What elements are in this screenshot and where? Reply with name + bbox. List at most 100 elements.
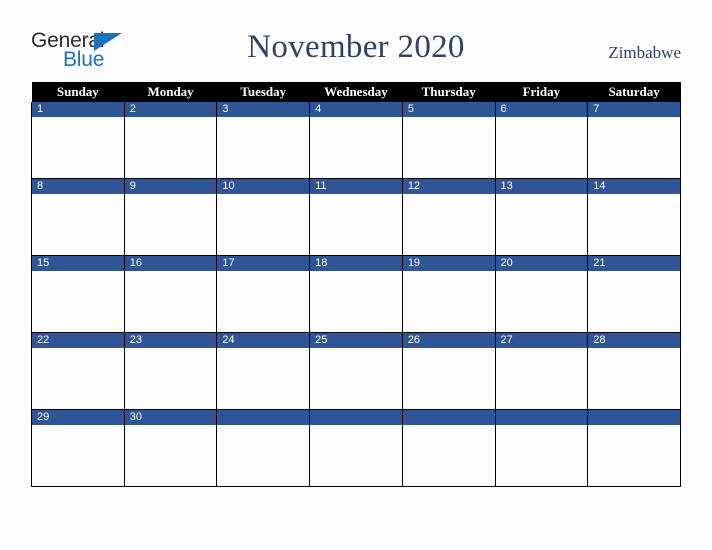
- day-notes-area[interactable]: [217, 194, 310, 254]
- day-number: 12: [402, 179, 495, 194]
- day-number: 20: [495, 256, 588, 271]
- day-notes-area[interactable]: [124, 194, 217, 254]
- calendar-day-cell[interactable]: 12: [401, 178, 496, 256]
- calendar-day-cell[interactable]: 10: [216, 178, 311, 256]
- calendar-day-cell[interactable]: 20: [494, 255, 589, 333]
- day-number: 1: [32, 102, 124, 117]
- calendar-week-row: 8 9 10 11 12 13 14: [31, 178, 681, 256]
- day-notes-area[interactable]: [310, 348, 402, 408]
- day-notes-area[interactable]: [124, 348, 217, 408]
- day-number: 11: [310, 179, 402, 194]
- calendar-day-cell[interactable]: 8: [31, 178, 125, 256]
- day-notes-area: [402, 425, 495, 485]
- day-number: 24: [217, 333, 310, 348]
- day-notes-area[interactable]: [32, 425, 124, 485]
- calendar-day-cell[interactable]: 7: [587, 102, 681, 179]
- day-notes-area[interactable]: [124, 425, 217, 485]
- day-notes-area[interactable]: [310, 117, 402, 177]
- calendar-day-cell[interactable]: 15: [31, 255, 125, 333]
- day-number: 19: [402, 256, 495, 271]
- day-number: 22: [32, 333, 124, 348]
- day-number: 16: [124, 256, 217, 271]
- weekday-header-friday: Friday: [495, 82, 588, 102]
- calendar-day-cell[interactable]: 28: [587, 332, 681, 410]
- calendar-page: General Blue November 2020 Zimbabwe Sund…: [0, 0, 712, 550]
- day-notes-area[interactable]: [588, 117, 680, 177]
- day-number: [310, 410, 402, 425]
- day-notes-area[interactable]: [124, 117, 217, 177]
- calendar-day-cell[interactable]: 24: [216, 332, 311, 410]
- calendar-day-cell[interactable]: 1: [31, 102, 125, 179]
- day-notes-area[interactable]: [310, 271, 402, 331]
- day-number: 13: [495, 179, 588, 194]
- day-notes-area[interactable]: [32, 348, 124, 408]
- calendar-day-cell[interactable]: 3: [216, 102, 311, 179]
- calendar-day-cell[interactable]: 6: [494, 102, 589, 179]
- calendar-day-cell[interactable]: 18: [309, 255, 403, 333]
- weekday-header-sunday: Sunday: [31, 82, 125, 102]
- calendar-day-cell[interactable]: 14: [587, 178, 681, 256]
- day-notes-area[interactable]: [217, 348, 310, 408]
- day-notes-area: [310, 425, 402, 485]
- day-notes-area[interactable]: [588, 348, 680, 408]
- calendar-day-cell[interactable]: 17: [216, 255, 311, 333]
- calendar-day-cell-empty: [216, 409, 311, 487]
- calendar-day-cell[interactable]: 19: [401, 255, 496, 333]
- day-notes-area[interactable]: [217, 117, 310, 177]
- day-number: 23: [124, 333, 217, 348]
- calendar-day-cell[interactable]: 22: [31, 332, 125, 410]
- day-number: 14: [588, 179, 680, 194]
- day-notes-area[interactable]: [310, 194, 402, 254]
- day-number: [217, 410, 310, 425]
- calendar-body: 1 2 3 4 5 6 7 8 9 10 11 12 13 14 15 16 1…: [31, 102, 681, 487]
- day-notes-area[interactable]: [402, 194, 495, 254]
- day-notes-area[interactable]: [32, 271, 124, 331]
- day-notes-area[interactable]: [32, 194, 124, 254]
- calendar-day-cell-empty: [309, 409, 403, 487]
- day-notes-area[interactable]: [588, 271, 680, 331]
- day-number: 25: [310, 333, 402, 348]
- day-notes-area[interactable]: [588, 194, 680, 254]
- day-notes-area[interactable]: [32, 117, 124, 177]
- calendar-day-cell[interactable]: 16: [123, 255, 218, 333]
- calendar-week-row: 29 30: [31, 409, 681, 487]
- calendar-day-cell-empty: [494, 409, 589, 487]
- day-notes-area[interactable]: [495, 271, 588, 331]
- weekday-header-tuesday: Tuesday: [216, 82, 310, 102]
- day-notes-area[interactable]: [402, 117, 495, 177]
- day-number: 21: [588, 256, 680, 271]
- day-notes-area: [217, 425, 310, 485]
- day-number: 3: [217, 102, 310, 117]
- day-notes-area: [588, 425, 680, 485]
- day-notes-area[interactable]: [402, 271, 495, 331]
- calendar-day-cell[interactable]: 9: [123, 178, 218, 256]
- calendar-day-cell[interactable]: 26: [401, 332, 496, 410]
- calendar-day-cell[interactable]: 29: [31, 409, 125, 487]
- day-notes-area[interactable]: [402, 348, 495, 408]
- calendar-day-cell[interactable]: 27: [494, 332, 589, 410]
- day-number: 7: [588, 102, 680, 117]
- day-notes-area[interactable]: [124, 271, 217, 331]
- calendar-day-cell[interactable]: 4: [309, 102, 403, 179]
- calendar-day-cell[interactable]: 11: [309, 178, 403, 256]
- calendar-week-row: 22 23 24 25 26 27 28: [31, 332, 681, 410]
- day-number: 18: [310, 256, 402, 271]
- day-number: 17: [217, 256, 310, 271]
- calendar-day-cell[interactable]: 30: [123, 409, 218, 487]
- day-notes-area[interactable]: [495, 117, 588, 177]
- day-notes-area[interactable]: [217, 271, 310, 331]
- day-notes-area[interactable]: [495, 194, 588, 254]
- day-number: 15: [32, 256, 124, 271]
- calendar-day-cell[interactable]: 13: [494, 178, 589, 256]
- day-number: 8: [32, 179, 124, 194]
- page-header: General Blue November 2020 Zimbabwe: [0, 0, 712, 82]
- calendar-day-cell[interactable]: 25: [309, 332, 403, 410]
- day-number: 30: [124, 410, 217, 425]
- calendar-day-cell[interactable]: 21: [587, 255, 681, 333]
- calendar-day-cell[interactable]: 2: [123, 102, 218, 179]
- calendar-day-cell[interactable]: 23: [123, 332, 218, 410]
- calendar-grid: Sunday Monday Tuesday Wednesday Thursday…: [31, 82, 681, 487]
- day-notes-area[interactable]: [495, 348, 588, 408]
- day-number: 27: [495, 333, 588, 348]
- calendar-day-cell[interactable]: 5: [401, 102, 496, 179]
